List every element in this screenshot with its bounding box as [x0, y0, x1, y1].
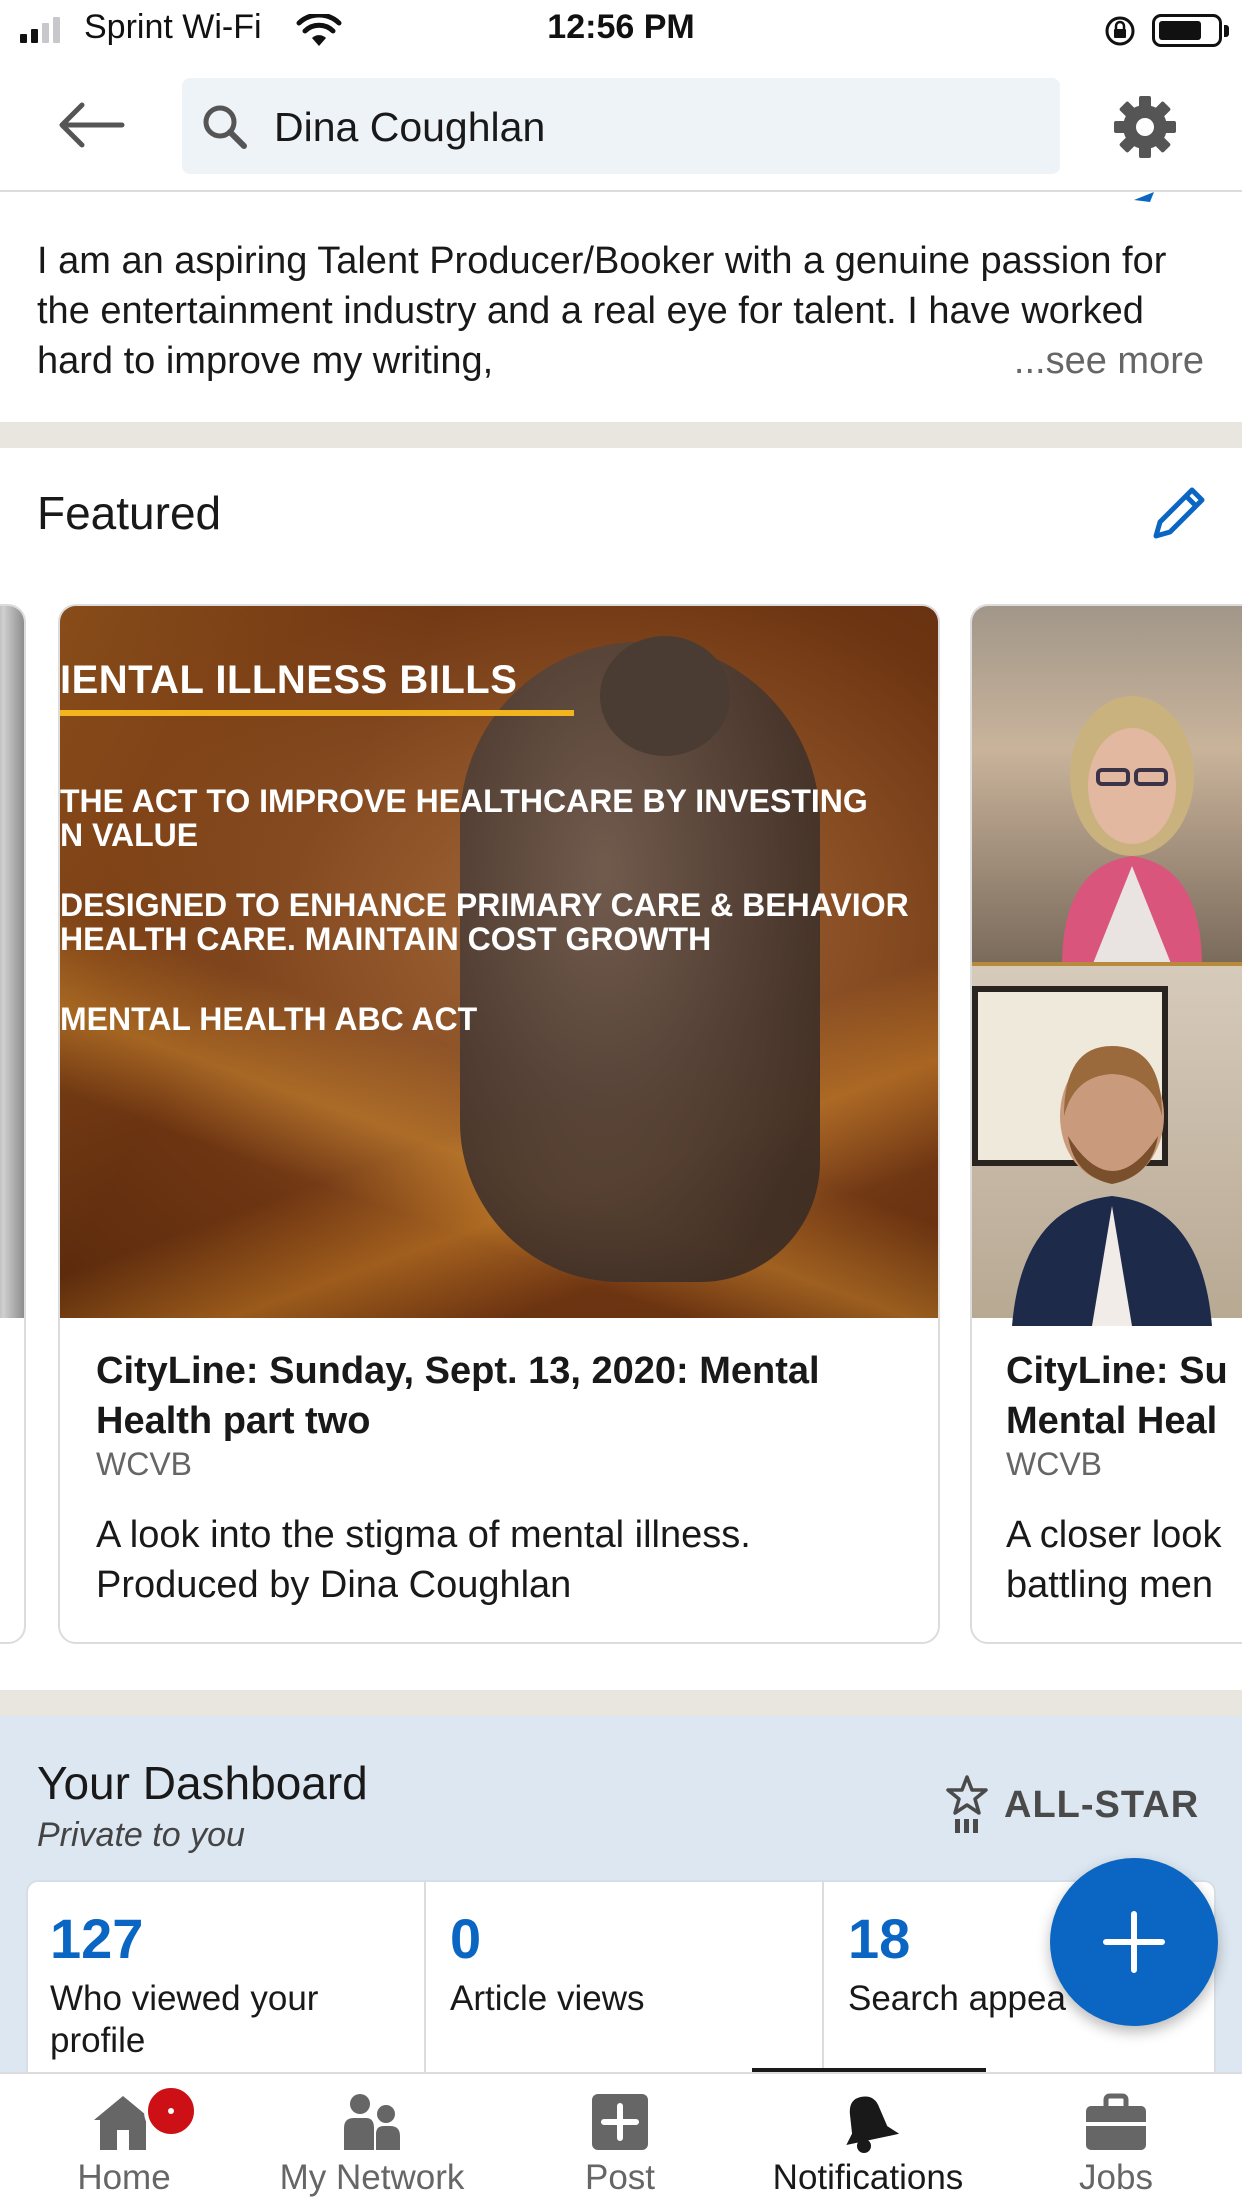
nav-post[interactable]: Post: [496, 2074, 744, 2208]
plus-icon: [1103, 1911, 1165, 1973]
bottom-navigation: Home My Network Post Notifications Jobs: [0, 2072, 1242, 2208]
nav-my-network[interactable]: My Network: [248, 2074, 496, 2208]
about-section: I am an aspiring Talent Producer/Booker …: [0, 192, 1242, 422]
metric-article-views[interactable]: 0 Article views: [428, 1882, 824, 2082]
clock: 12:56 PM: [547, 8, 695, 46]
featured-section: Featured IENTAL ILLNESS BILLS THE ACT TO…: [0, 448, 1242, 1690]
section-divider: [0, 422, 1242, 448]
featured-heading: Featured: [37, 487, 222, 539]
metric-profile-views[interactable]: 127 Who viewed your profile: [28, 1882, 424, 2082]
profile-strength-label: ALL-STAR: [1004, 1783, 1200, 1826]
search-icon: [203, 105, 247, 149]
thumbnail-text-line: MENTAL HEALTH ABC ACT: [60, 1001, 478, 1037]
dashboard-privacy-note: Private to you: [37, 1816, 245, 1854]
metric-value: 127: [50, 1907, 144, 1970]
metric-label: Article views: [450, 1979, 645, 2018]
add-section-button[interactable]: [1050, 1858, 1218, 2026]
profile-strength-badge[interactable]: ALL-STAR: [944, 1774, 1199, 1836]
bell-icon: [846, 2096, 900, 2153]
featured-card-source: WCVB: [1006, 1446, 1102, 1482]
back-arrow-icon[interactable]: [56, 94, 128, 156]
search-header: Dina Coughlan: [0, 62, 1242, 192]
featured-thumbnail: IENTAL ILLNESS BILLS THE ACT TO IMPROVE …: [60, 606, 938, 1318]
nav-label: Notifications: [772, 2158, 964, 2197]
status-bar: Sprint Wi-Fi 12:56 PM: [0, 0, 1242, 62]
featured-card-title[interactable]: CityLine: Sunday, Sept. 13, 2020: Mental…: [96, 1346, 916, 1446]
metric-label: Who viewed your profile: [50, 1979, 319, 2060]
nav-home[interactable]: Home: [0, 2074, 248, 2208]
metric-value: 18: [848, 1907, 911, 1970]
search-input[interactable]: Dina Coughlan: [182, 78, 1060, 174]
featured-card-source: WCVB: [96, 1446, 192, 1482]
nav-notifications[interactable]: Notifications: [744, 2074, 992, 2208]
featured-thumbnail: [972, 606, 1242, 1326]
featured-card-next[interactable]: CityLine: Su Mental Heal WCVB A closer l…: [970, 604, 1242, 1644]
dashboard-section: Your Dashboard Private to you ALL-STAR 1…: [0, 1716, 1242, 2082]
featured-card[interactable]: IENTAL ILLNESS BILLS THE ACT TO IMPROVE …: [58, 604, 940, 1644]
orientation-lock-icon: [1105, 16, 1135, 46]
featured-card-previous[interactable]: [0, 604, 26, 1644]
featured-thumbnail: [0, 606, 24, 1318]
video-participant-image: [1062, 696, 1202, 966]
gear-icon[interactable]: [1110, 92, 1180, 162]
briefcase-icon: [1086, 2093, 1146, 2150]
search-query-text: Dina Coughlan: [274, 104, 546, 150]
edit-pencil-tip-icon: [1134, 192, 1154, 202]
video-participant-image: [1012, 1046, 1212, 1326]
featured-card-title[interactable]: CityLine: Su Mental Heal: [1006, 1346, 1242, 1446]
thumbnail-text-line: HEALTH CARE. MAINTAIN COST GROWTH: [60, 921, 712, 957]
battery-icon: [1152, 14, 1229, 47]
thumbnail-text-line: THE ACT TO IMPROVE HEALTHCARE BY INVESTI…: [60, 783, 868, 819]
nav-label: Post: [584, 2158, 656, 2197]
thumbnail-text-line: DESIGNED TO ENHANCE PRIMARY CARE & BEHAV…: [60, 887, 909, 923]
nav-jobs[interactable]: Jobs: [992, 2074, 1240, 2208]
post-icon: [592, 2094, 648, 2150]
nav-label: Home: [77, 2158, 171, 2197]
notification-badge: [144, 2084, 198, 2138]
dashboard-metrics: 127 Who viewed your profile 0 Article vi…: [26, 1880, 1216, 2082]
thumbnail-text-line: N VALUE: [60, 817, 199, 853]
nav-label: Jobs: [1079, 2158, 1153, 2197]
edit-pencil-icon[interactable]: [1148, 482, 1210, 544]
section-divider: [0, 1690, 1242, 1716]
nav-label: My Network: [279, 2158, 465, 2197]
featured-card-description: A closer look battling men: [1006, 1514, 1222, 1606]
featured-card-description: A look into the stigma of mental illness…: [96, 1514, 751, 1606]
see-more-link[interactable]: ...see more: [963, 336, 1204, 386]
thumbnail-headline: IENTAL ILLNESS BILLS: [60, 658, 518, 702]
star-icon: [946, 1775, 988, 1833]
network-icon: [344, 2094, 400, 2150]
metric-value: 0: [450, 1907, 482, 1970]
dashboard-heading: Your Dashboard: [37, 1757, 368, 1809]
